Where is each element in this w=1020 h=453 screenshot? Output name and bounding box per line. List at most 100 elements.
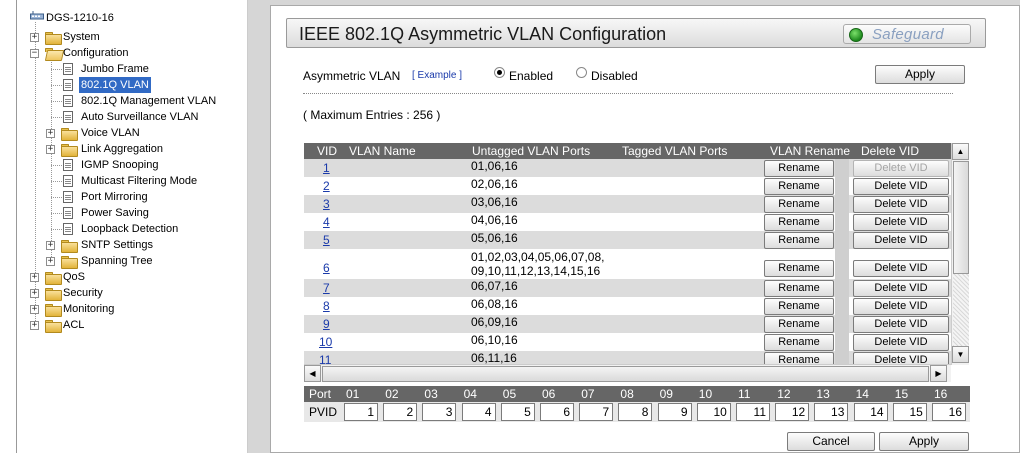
- vertical-scroll-thumb[interactable]: [953, 161, 969, 274]
- expand-toggle-icon[interactable]: +: [30, 305, 39, 314]
- port-label: Port: [309, 387, 332, 401]
- page-title: IEEE 802.1Q Asymmetric VLAN Configuratio…: [299, 24, 667, 44]
- pvid-input[interactable]: 9: [657, 403, 692, 421]
- port-header-row: Port 01 02 03 04 05 06 07 08 09 10 11 12 13 14 15 16: [304, 386, 970, 402]
- expand-toggle-icon[interactable]: +: [30, 33, 39, 42]
- page-icon: [63, 223, 73, 235]
- pvid-input[interactable]: 13: [814, 403, 849, 421]
- pvid-input[interactable]: 7: [579, 403, 614, 421]
- delete-vid-button[interactable]: Delete VID: [853, 178, 949, 195]
- delete-vid-button[interactable]: Delete VID: [853, 334, 949, 351]
- table-horizontal-scrollbar[interactable]: ◀ ▶: [304, 364, 951, 382]
- rename-button[interactable]: Rename: [764, 334, 834, 351]
- tree-root[interactable]: DGS-1210-16: [46, 10, 114, 26]
- rename-button[interactable]: Rename: [764, 260, 834, 277]
- vid-link[interactable]: 3: [323, 197, 330, 211]
- table-row: 7 06,07,16 Rename Delete VID: [304, 279, 951, 297]
- rename-button[interactable]: Rename: [764, 232, 834, 249]
- folder-icon: [45, 32, 62, 45]
- vid-link[interactable]: 2: [323, 179, 330, 193]
- col-vlan-name: VLAN Name: [349, 144, 416, 158]
- navigation-tree: DGS-1210-16 + System − Configuration Jumbo F…: [16, 0, 248, 453]
- column-separator: [835, 159, 849, 177]
- rename-button[interactable]: Rename: [764, 298, 834, 315]
- rename-button[interactable]: Rename: [764, 280, 834, 297]
- delete-vid-button[interactable]: Delete VID: [853, 196, 949, 213]
- table-row: 10 06,10,16 Rename Delete VID: [304, 333, 951, 351]
- expand-toggle-icon[interactable]: −: [30, 49, 39, 58]
- safeguard-status-icon: [849, 28, 863, 42]
- rename-button[interactable]: Rename: [764, 316, 834, 333]
- pvid-input[interactable]: 10: [696, 403, 731, 421]
- pvid-input[interactable]: 1: [344, 403, 378, 421]
- vid-link[interactable]: 7: [323, 281, 330, 295]
- tree-item-label: Jumbo Frame: [81, 63, 149, 75]
- expand-toggle-icon[interactable]: +: [46, 129, 55, 138]
- table-row: 4 04,06,16 Rename Delete VID: [304, 213, 951, 231]
- folder-icon: [45, 320, 62, 333]
- pvid-input[interactable]: 6: [540, 403, 574, 421]
- scroll-up-icon[interactable]: ▲: [952, 143, 969, 160]
- rename-button[interactable]: Rename: [764, 196, 834, 213]
- delete-vid-button[interactable]: Delete VID: [853, 298, 949, 315]
- pvid-label: PVID: [309, 405, 338, 419]
- rename-button[interactable]: Rename: [764, 160, 834, 177]
- folder-icon: [61, 144, 78, 157]
- asymmetric-apply-button[interactable]: Apply: [875, 65, 965, 84]
- tree-item-label: Power Saving: [81, 207, 149, 219]
- vid-link[interactable]: 8: [323, 299, 330, 313]
- pvid-input[interactable]: 3: [422, 403, 457, 421]
- pvid-input[interactable]: 8: [618, 403, 653, 421]
- delete-vid-button[interactable]: Delete VID: [853, 232, 949, 249]
- delete-vid-button[interactable]: Delete VID: [853, 214, 949, 231]
- pvid-input[interactable]: 4: [461, 403, 496, 421]
- cancel-button[interactable]: Cancel: [787, 432, 875, 451]
- page-icon: [63, 63, 73, 75]
- column-separator: [835, 195, 849, 213]
- vid-link[interactable]: 4: [323, 215, 330, 229]
- vid-link[interactable]: 1: [323, 161, 330, 175]
- vid-link[interactable]: 9: [323, 317, 330, 331]
- vid-link[interactable]: 10: [319, 335, 332, 349]
- pvid-input[interactable]: 15: [892, 403, 927, 421]
- expand-toggle-icon[interactable]: +: [30, 321, 39, 330]
- delete-vid-button[interactable]: Delete VID: [853, 160, 949, 177]
- vertical-scroll-track[interactable]: [953, 274, 969, 346]
- scroll-down-icon[interactable]: ▼: [952, 346, 969, 363]
- disabled-radio[interactable]: [576, 67, 587, 78]
- tree-item-label: SNTP Settings: [81, 239, 153, 251]
- pvid-row: PVID 1 2 3 4 5 6 7 8 9 10 11 12 13 14 15 16: [304, 402, 970, 422]
- untagged-ports-cont: 09,10,11,12,13,14,15,16: [471, 264, 601, 278]
- scroll-left-icon[interactable]: ◀: [304, 365, 321, 382]
- pvid-input[interactable]: 12: [775, 403, 810, 421]
- rename-button[interactable]: Rename: [764, 214, 834, 231]
- table-vertical-scrollbar[interactable]: ▲ ▼: [951, 143, 969, 365]
- delete-vid-button[interactable]: Delete VID: [853, 260, 949, 277]
- enabled-radio[interactable]: [494, 67, 505, 78]
- delete-vid-button[interactable]: Delete VID: [853, 316, 949, 333]
- expand-toggle-icon[interactable]: +: [46, 241, 55, 250]
- scroll-right-icon[interactable]: ▶: [930, 365, 947, 382]
- page-icon: [63, 191, 73, 203]
- vid-link[interactable]: 6: [323, 261, 330, 275]
- pvid-input[interactable]: 2: [383, 403, 418, 421]
- pvid-input[interactable]: 11: [736, 403, 770, 421]
- untagged-ports: 06,09,16: [471, 315, 518, 329]
- expand-toggle-icon[interactable]: +: [46, 257, 55, 266]
- port-number: 02: [385, 387, 399, 401]
- example-link[interactable]: [ Example ]: [412, 70, 462, 81]
- rename-button[interactable]: Rename: [764, 178, 834, 195]
- pvid-input[interactable]: 5: [500, 403, 535, 421]
- port-number: 13: [816, 387, 830, 401]
- expand-toggle-icon[interactable]: +: [30, 289, 39, 298]
- page-icon: [63, 159, 73, 171]
- vid-link[interactable]: 5: [323, 233, 330, 247]
- pvid-input[interactable]: 16: [932, 403, 966, 421]
- delete-vid-button[interactable]: Delete VID: [853, 280, 949, 297]
- apply-button[interactable]: Apply: [879, 432, 969, 451]
- pvid-input[interactable]: 14: [853, 403, 888, 421]
- expand-toggle-icon[interactable]: +: [46, 145, 55, 154]
- table-row: 5 05,06,16 Rename Delete VID: [304, 231, 951, 249]
- expand-toggle-icon[interactable]: +: [30, 273, 39, 282]
- horizontal-scroll-thumb[interactable]: [322, 366, 929, 382]
